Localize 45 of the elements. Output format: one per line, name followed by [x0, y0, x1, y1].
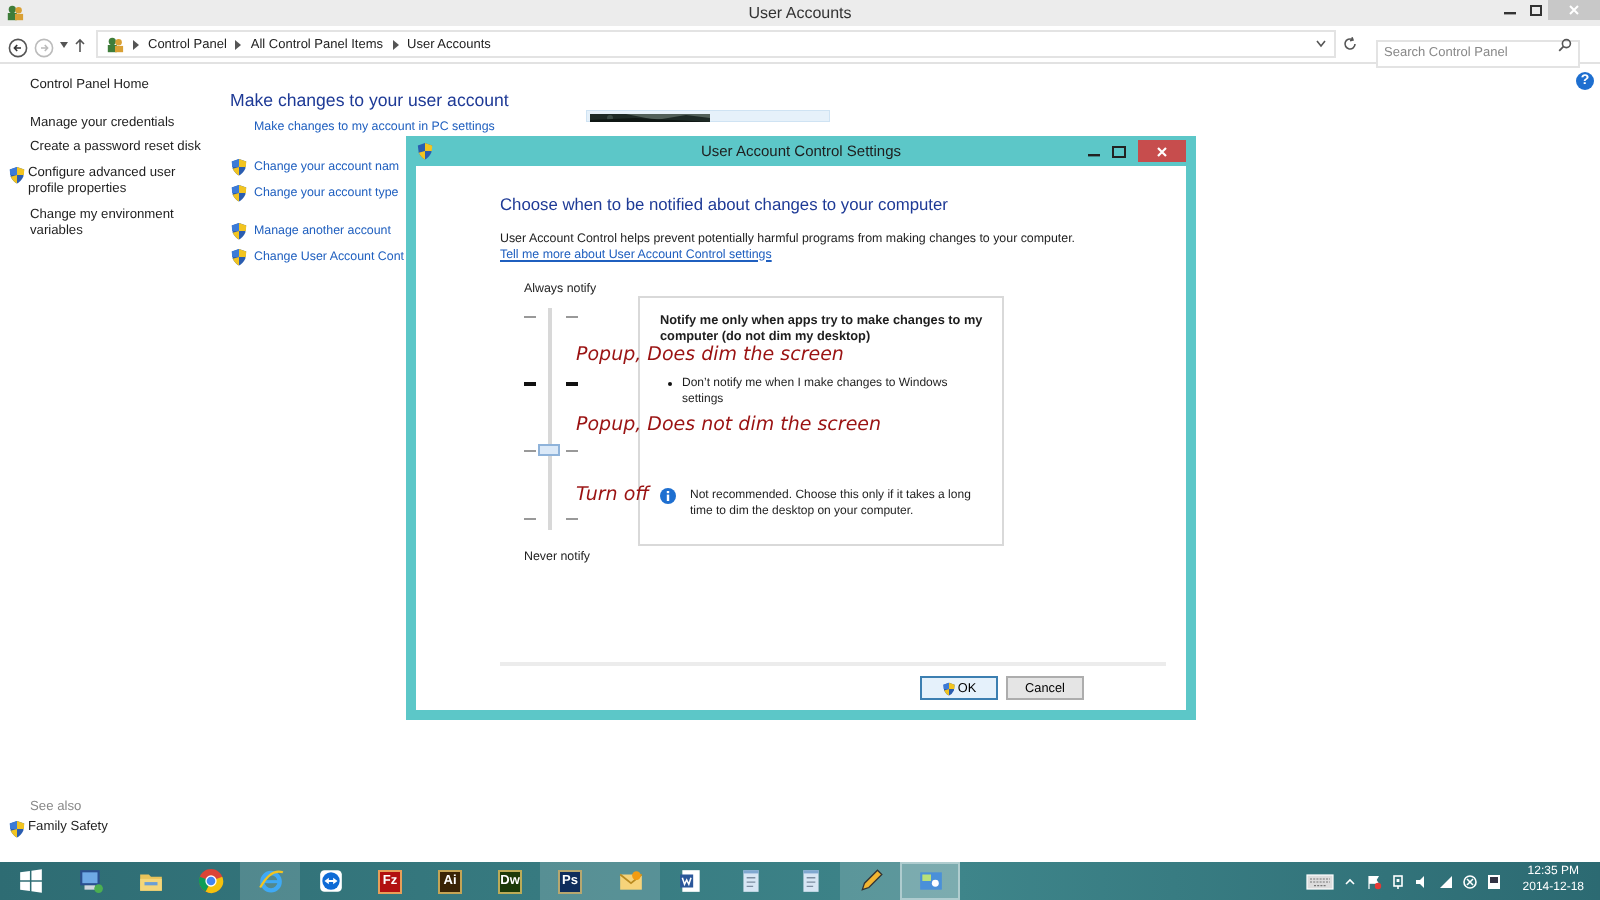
- shield-icon: [416, 142, 434, 160]
- info-icon: [660, 487, 676, 503]
- up-arrow-icon[interactable]: [74, 37, 86, 51]
- dialog-heading: Choose when to be notified about changes to your computer: [500, 194, 950, 214]
- network-icon[interactable]: [1390, 873, 1407, 889]
- browser-icon: [257, 868, 283, 894]
- close-icon: [1156, 145, 1168, 157]
- notepad-icon: [737, 868, 763, 894]
- flag-icon[interactable]: [1366, 873, 1383, 889]
- mail-icon: [617, 868, 643, 894]
- separator-arrow-icon: [132, 39, 140, 49]
- back-button[interactable]: [8, 34, 28, 54]
- close-button[interactable]: [1138, 140, 1186, 162]
- dropdown-caret-icon[interactable]: [60, 41, 68, 47]
- keyboard-icon[interactable]: [1306, 873, 1335, 889]
- window-title: User Accounts: [748, 4, 852, 22]
- remote-app-icon: [317, 868, 343, 894]
- users-icon: [6, 4, 24, 22]
- power-icon[interactable]: [1462, 873, 1479, 889]
- show-hidden-icons-icon[interactable]: [1342, 873, 1359, 889]
- notepad-icon: [797, 868, 823, 894]
- taskbar-button[interactable]: [840, 862, 900, 900]
- pencil-icon: [857, 868, 883, 894]
- refresh-icon[interactable]: [1342, 36, 1358, 52]
- search-icon: [1558, 37, 1572, 51]
- computer-icon: [77, 868, 103, 894]
- annotation: Turn off: [576, 483, 649, 505]
- slider-thumb[interactable]: [538, 443, 560, 456]
- control-panel-icon: [917, 868, 943, 894]
- separator-arrow-icon: [391, 39, 400, 49]
- close-icon: [1568, 4, 1580, 16]
- dropdown-caret-icon[interactable]: [1316, 40, 1326, 48]
- separator-arrow-icon: [234, 39, 243, 49]
- action-center-icon[interactable]: [1486, 873, 1503, 889]
- signal-icon[interactable]: [1438, 873, 1455, 889]
- users-icon: [106, 35, 124, 53]
- page-heading: Make changes to your user account: [230, 90, 511, 110]
- annotation: Popup, Does dim the screen: [576, 343, 844, 365]
- restore-icon: [1529, 4, 1541, 16]
- maximize-button[interactable]: [1106, 141, 1132, 161]
- document-icon: [677, 868, 703, 894]
- maximize-icon: [1112, 145, 1126, 157]
- browser-icon: [197, 868, 223, 894]
- annotation: Popup, Does not dim the screen: [576, 413, 882, 435]
- windows-logo-icon: [17, 868, 43, 894]
